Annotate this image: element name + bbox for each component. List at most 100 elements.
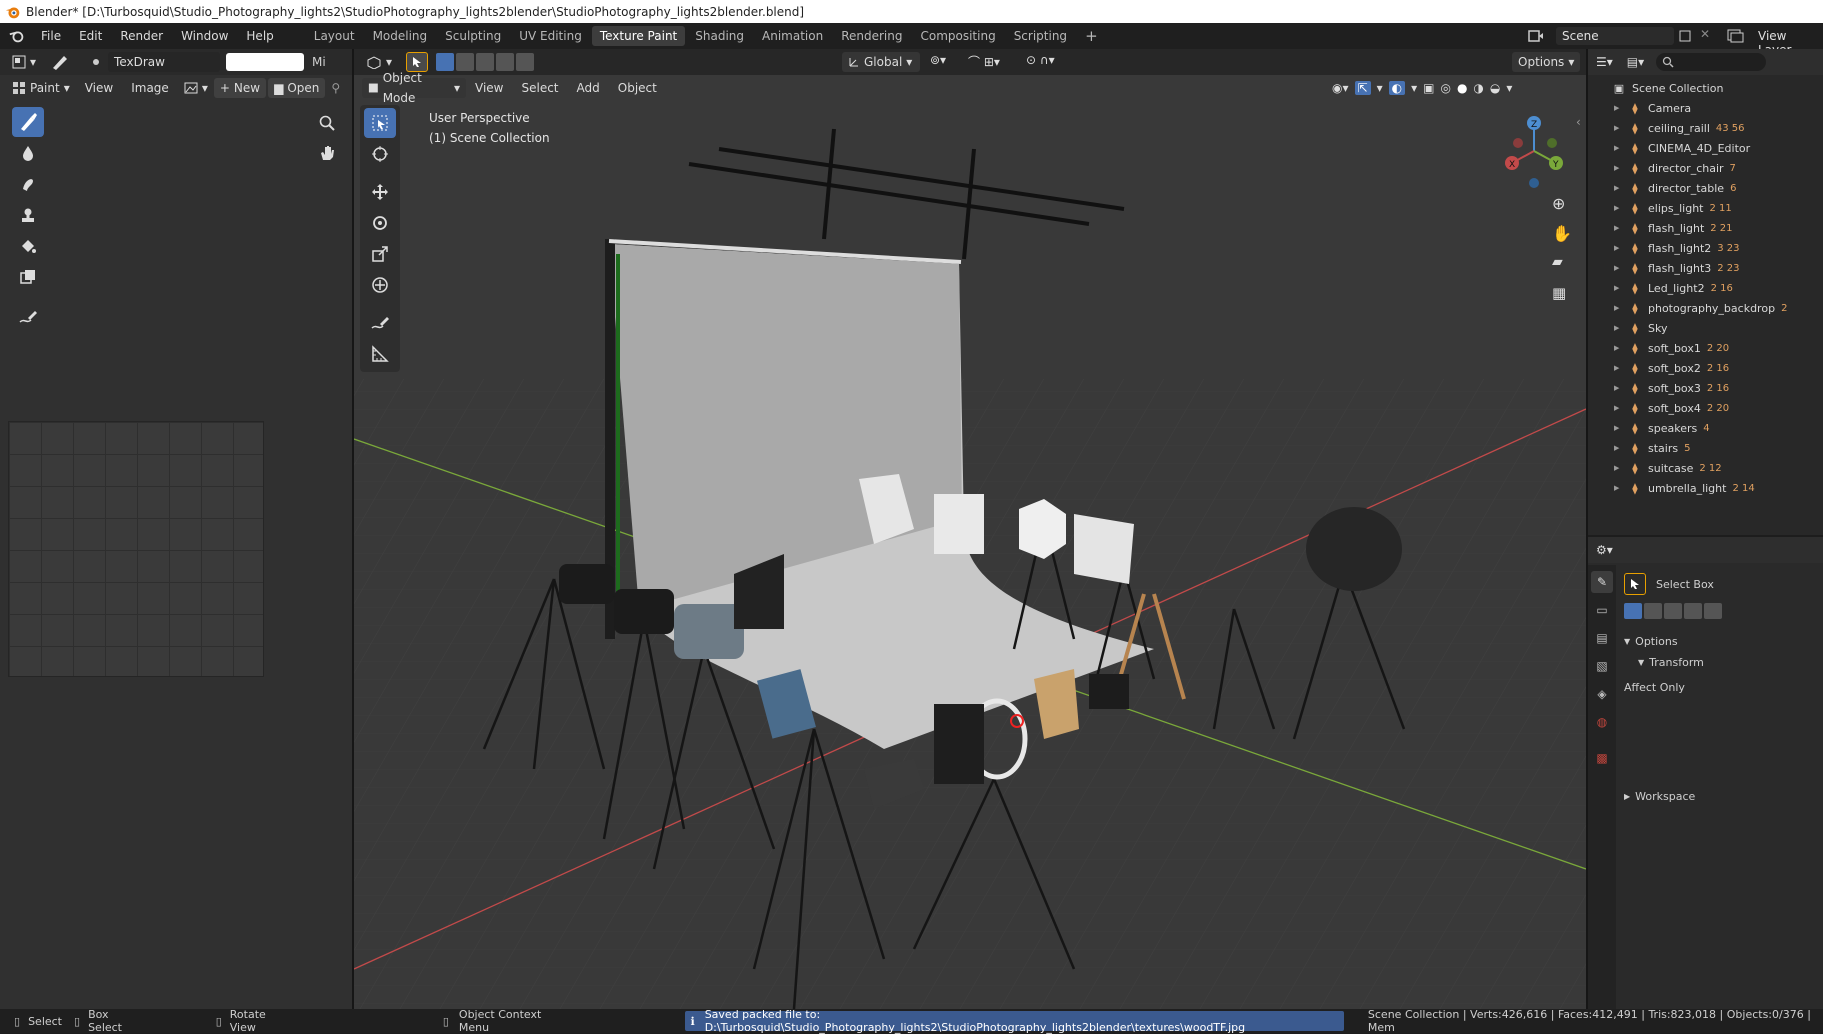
editor-type-button[interactable]: ▾ bbox=[6, 52, 42, 72]
expand-arrow-icon[interactable]: ▶ bbox=[1614, 464, 1624, 472]
ortho-toggle-icon[interactable]: ▦ bbox=[1552, 284, 1566, 302]
expand-arrow-icon[interactable]: ▶ bbox=[1614, 224, 1624, 232]
expand-arrow-icon[interactable]: ▶ bbox=[1614, 444, 1624, 452]
smear-tool[interactable] bbox=[12, 169, 44, 199]
blender-menu-icon[interactable] bbox=[8, 27, 26, 45]
outliner-item[interactable]: ▶ ⧫ elips_light 2 11 bbox=[1588, 198, 1823, 218]
open-image-button[interactable]: ▆ Open bbox=[268, 78, 326, 98]
tab-sculpting[interactable]: Sculpting bbox=[437, 26, 509, 46]
move-tool[interactable] bbox=[364, 177, 396, 207]
menu-window[interactable]: Window bbox=[172, 25, 237, 47]
viewport-menu-view[interactable]: View bbox=[466, 77, 512, 99]
view-layer-tab-icon[interactable]: ▧ bbox=[1591, 655, 1613, 677]
workspace-panel-header[interactable]: ▶ Workspace bbox=[1624, 786, 1818, 806]
tab-scripting[interactable]: Scripting bbox=[1006, 26, 1075, 46]
tool-mode-buttons[interactable] bbox=[1624, 603, 1818, 619]
outliner-item[interactable]: ▶ ⧫ flash_light3 2 23 bbox=[1588, 258, 1823, 278]
scene-icon[interactable] bbox=[1526, 27, 1544, 45]
viewport-menu-object[interactable]: Object bbox=[609, 77, 666, 99]
brush-tool-icon[interactable] bbox=[50, 53, 70, 71]
snap-icon[interactable]: ⌒ ⊞▾ bbox=[968, 53, 1016, 71]
camera-view-icon[interactable]: ▰ bbox=[1552, 254, 1563, 270]
select-extend-icon[interactable] bbox=[456, 53, 475, 71]
outliner-item[interactable]: ▶ ⧫ photography_backdrop 2 bbox=[1588, 298, 1823, 318]
outliner-item[interactable]: ▶ ⧫ Sky bbox=[1588, 318, 1823, 338]
soften-tool[interactable] bbox=[12, 138, 44, 168]
menu-file[interactable]: File bbox=[32, 25, 70, 47]
image-menu-image[interactable]: Image bbox=[122, 77, 178, 99]
expand-arrow-icon[interactable]: ▶ bbox=[1614, 364, 1624, 372]
measure-tool[interactable] bbox=[364, 339, 396, 369]
brush-datablock-icon[interactable] bbox=[88, 54, 104, 70]
outliner-search-field[interactable] bbox=[1656, 53, 1767, 71]
outliner-item[interactable]: ▶ ⧫ soft_box1 2 20 bbox=[1588, 338, 1823, 358]
viewport-menu-add[interactable]: Add bbox=[568, 77, 609, 99]
brush-name-field[interactable]: TexDraw bbox=[108, 52, 221, 72]
pan-image-icon[interactable] bbox=[316, 142, 338, 164]
options-dropdown[interactable]: Options ▾ bbox=[1512, 52, 1581, 72]
outliner-item[interactable]: ▶ ⧫ stairs 5 bbox=[1588, 438, 1823, 458]
mode-subtract-icon[interactable] bbox=[1664, 603, 1682, 619]
transform-subpanel-header[interactable]: ▼ Transform bbox=[1638, 651, 1818, 673]
draw-tool[interactable] bbox=[12, 107, 44, 137]
expand-arrow-icon[interactable]: ▶ bbox=[1614, 264, 1624, 272]
texture-tab-icon[interactable]: ▩ bbox=[1591, 747, 1613, 769]
expand-arrow-icon[interactable]: ▶ bbox=[1614, 404, 1624, 412]
zoom-image-icon[interactable] bbox=[316, 112, 338, 134]
image-browse-button[interactable]: ▾ bbox=[178, 78, 214, 98]
viewport-pan-icon[interactable]: ✋ bbox=[1552, 224, 1572, 243]
output-tab-icon[interactable]: ▤ bbox=[1591, 627, 1613, 649]
expand-arrow-icon[interactable]: ▶ bbox=[1614, 344, 1624, 352]
mode-extend-icon[interactable] bbox=[1644, 603, 1662, 619]
expand-arrow-icon[interactable]: ▶ bbox=[1614, 284, 1624, 292]
blend-mode-label[interactable]: Mi bbox=[312, 55, 326, 69]
tab-texture-paint[interactable]: Texture Paint bbox=[591, 26, 686, 46]
mode-invert-icon[interactable] bbox=[1684, 603, 1702, 619]
outliner-item[interactable]: ▶ ⧫ soft_box2 2 16 bbox=[1588, 358, 1823, 378]
viewport-zoom-icon[interactable]: ⊕ bbox=[1552, 194, 1565, 213]
new-image-button[interactable]: + New bbox=[213, 78, 267, 98]
gizmo-icon[interactable]: ⇱ bbox=[1354, 81, 1371, 95]
visibility-icon[interactable]: ◉▾ bbox=[1332, 81, 1349, 95]
outliner-item[interactable]: ▶ ⧫ Camera bbox=[1588, 98, 1823, 118]
selection-set-buttons[interactable] bbox=[436, 53, 535, 71]
orientation-dropdown[interactable]: Global ▾ bbox=[842, 52, 920, 72]
expand-arrow-icon[interactable]: ▶ bbox=[1614, 424, 1624, 432]
mode-dropdown[interactable]: Paint ▾ bbox=[6, 78, 76, 98]
pin-icon[interactable]: ⚲ bbox=[331, 81, 340, 95]
menu-render[interactable]: Render bbox=[111, 25, 172, 47]
expand-arrow-icon[interactable]: ▶ bbox=[1614, 484, 1624, 492]
image-canvas-grid[interactable] bbox=[8, 421, 264, 677]
mask-tool[interactable] bbox=[12, 262, 44, 292]
pivot-icon[interactable]: ⊚▾ bbox=[930, 53, 960, 71]
tab-shading[interactable]: Shading bbox=[687, 26, 752, 46]
render-tab-icon[interactable]: ▭ bbox=[1591, 599, 1613, 621]
outliner-item[interactable]: ▶ ⧫ umbrella_light 2 14 bbox=[1588, 478, 1823, 498]
sidebar-toggle-icon[interactable]: ‹ bbox=[1576, 115, 1581, 129]
outliner-item[interactable]: ▶ ⧫ CINEMA_4D_Editor bbox=[1588, 138, 1823, 158]
menu-edit[interactable]: Edit bbox=[70, 25, 111, 47]
shading-dropdown-icon[interactable]: ▾ bbox=[1506, 81, 1512, 95]
tab-rendering[interactable]: Rendering bbox=[833, 26, 910, 46]
solid-shading-icon[interactable]: ● bbox=[1457, 81, 1467, 95]
expand-arrow-icon[interactable]: ▶ bbox=[1614, 104, 1624, 112]
mode-new-icon[interactable] bbox=[1624, 603, 1642, 619]
expand-arrow-icon[interactable]: ▶ bbox=[1614, 164, 1624, 172]
viewport-3d[interactable]: User Perspective (1) Scene Collection ▾ … bbox=[354, 49, 1586, 1009]
scene-field[interactable]: Scene bbox=[1556, 27, 1674, 45]
material-shading-icon[interactable]: ◑ bbox=[1473, 81, 1483, 95]
expand-arrow-icon[interactable]: ▶ bbox=[1614, 184, 1624, 192]
world-tab-icon[interactable]: ◍ bbox=[1591, 711, 1613, 733]
expand-arrow-icon[interactable]: ▶ bbox=[1614, 204, 1624, 212]
tool-tab-icon[interactable]: ✎ bbox=[1591, 571, 1613, 593]
proportional-edit-icon[interactable]: ⊙ ∩▾ bbox=[1026, 53, 1070, 71]
expand-arrow-icon[interactable]: ▶ bbox=[1614, 324, 1624, 332]
outliner-item[interactable]: ▶ ⧫ ceiling_raill 43 56 bbox=[1588, 118, 1823, 138]
select-subtract-icon[interactable] bbox=[476, 53, 495, 71]
outliner-scene-collection[interactable]: ▣ Scene Collection bbox=[1588, 78, 1823, 98]
select-intersect-icon[interactable] bbox=[516, 53, 535, 71]
fill-tool[interactable] bbox=[12, 231, 44, 261]
navigation-gizmo[interactable]: Z X Y bbox=[1494, 111, 1574, 191]
object-mode-dropdown[interactable]: Object Mode ▾ bbox=[362, 71, 466, 105]
cursor-tool[interactable] bbox=[364, 139, 396, 169]
